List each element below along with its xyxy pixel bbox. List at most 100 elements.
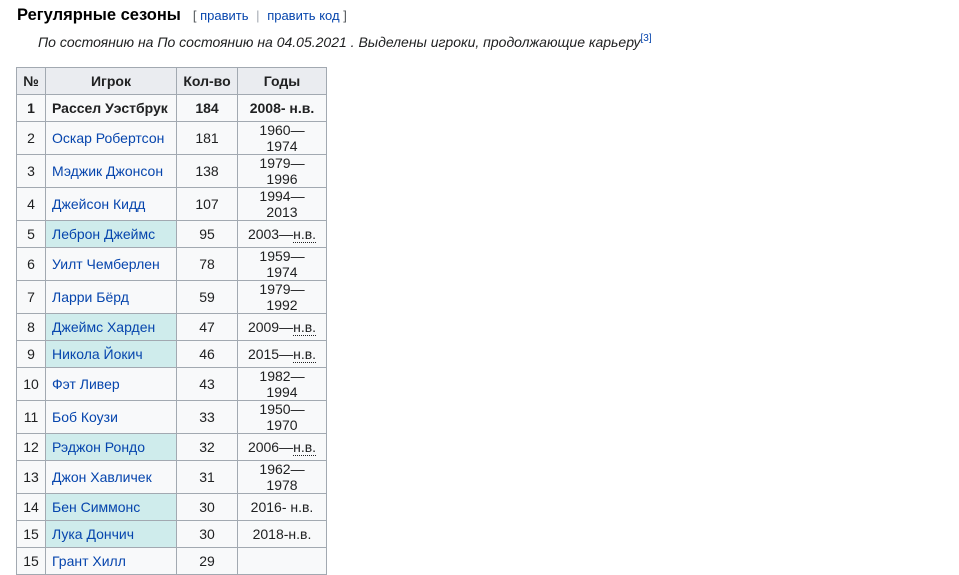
- years-cell: 2008- н.в.: [237, 94, 327, 122]
- header-years: Годы: [237, 67, 327, 95]
- player-cell: Рассел Уэстбрук: [45, 94, 177, 122]
- player-link[interactable]: Никола Йокич: [52, 346, 143, 362]
- player-link[interactable]: Фэт Ливер: [52, 376, 120, 392]
- count-cell: 30: [176, 493, 238, 521]
- player-link[interactable]: Джейсон Кидд: [52, 196, 145, 212]
- header-rank: №: [16, 67, 46, 95]
- years-cell: 1950—1970: [237, 400, 327, 434]
- years-start: 2006—: [247, 439, 294, 455]
- rank-cell: 12: [16, 433, 46, 461]
- reference-sup: [3]: [641, 33, 652, 44]
- player-cell-active: Леброн Джеймс: [45, 220, 177, 248]
- table-row: 12 Рэджон Рондо 32 2006—н.в.: [16, 433, 327, 461]
- years-start: 2003—: [247, 226, 294, 242]
- player-link[interactable]: Боб Коузи: [52, 409, 118, 425]
- rank-cell: 15: [16, 520, 46, 548]
- player-cell: Уилт Чемберлен: [45, 247, 177, 281]
- table-header-row: № Игрок Кол-во Годы: [16, 67, 327, 95]
- count-cell: 47: [176, 313, 238, 341]
- table-row: 1 Рассел Уэстбрук 184 2008- н.в.: [16, 94, 327, 122]
- player-cell: Фэт Ливер: [45, 367, 177, 401]
- rank-cell: 2: [16, 121, 46, 155]
- player-link[interactable]: Мэджик Джонсон: [52, 163, 163, 179]
- player-cell-active: Никола Йокич: [45, 340, 177, 368]
- player-link[interactable]: Лука Дончич: [52, 526, 134, 542]
- years-start: 2009—: [247, 319, 294, 335]
- edit-code-link[interactable]: править код: [267, 8, 339, 23]
- player-link[interactable]: Джон Хавличек: [52, 469, 152, 485]
- edit-section-links: [ править | править код ]: [192, 8, 347, 23]
- rank-cell: 1: [16, 94, 46, 122]
- table-row: 6 Уилт Чемберлен 78 1959—1974: [16, 247, 327, 281]
- player-link[interactable]: Джеймс Харден: [52, 319, 155, 335]
- years-cell: 1960—1974: [237, 121, 327, 155]
- years-cell: 1979—1996: [237, 154, 327, 188]
- years-cell: 1979—1992: [237, 280, 327, 314]
- count-cell: 29: [176, 547, 238, 575]
- player-link[interactable]: Ларри Бёрд: [52, 289, 129, 305]
- rank-cell: 11: [16, 400, 46, 434]
- table-row: 7 Ларри Бёрд 59 1979—1992: [16, 280, 327, 314]
- table-row: 2 Оскар Робертсон 181 1960—1974: [16, 121, 327, 155]
- years-cell: 1994—2013: [237, 187, 327, 221]
- reference-link[interactable]: [3]: [641, 33, 652, 44]
- count-cell: 107: [176, 187, 238, 221]
- count-cell: 184: [176, 94, 238, 122]
- rank-cell: 15: [16, 547, 46, 575]
- player-cell: Боб Коузи: [45, 400, 177, 434]
- present-abbr: н.в.: [293, 226, 317, 243]
- rank-cell: 7: [16, 280, 46, 314]
- count-cell: 78: [176, 247, 238, 281]
- rank-cell: 6: [16, 247, 46, 281]
- years-cell: 2009—н.в.: [237, 313, 327, 341]
- present-abbr: н.в.: [293, 319, 317, 336]
- player-cell: Джон Хавличек: [45, 460, 177, 494]
- player-cell-active: Рэджон Рондо: [45, 433, 177, 461]
- count-cell: 138: [176, 154, 238, 188]
- player-link[interactable]: Рэджон Рондо: [52, 439, 145, 455]
- present-abbr: н.в.: [293, 439, 317, 456]
- years-cell: 2018-н.в.: [237, 520, 327, 548]
- count-cell: 33: [176, 400, 238, 434]
- count-cell: 46: [176, 340, 238, 368]
- table-row: 4 Джейсон Кидд 107 1994—2013: [16, 187, 327, 221]
- player-link[interactable]: Леброн Джеймс: [52, 226, 155, 242]
- count-cell: 30: [176, 520, 238, 548]
- rank-cell: 8: [16, 313, 46, 341]
- edit-link[interactable]: править: [200, 8, 248, 23]
- player-cell-active: Бен Симмонс: [45, 493, 177, 521]
- table-row: 15 Грант Хилл 29: [16, 547, 327, 575]
- table-row: 9 Никола Йокич 46 2015—н.в.: [16, 340, 327, 368]
- player-link[interactable]: Бен Симмонс: [52, 499, 140, 515]
- rank-cell: 13: [16, 460, 46, 494]
- player-cell-active: Джеймс Харден: [45, 313, 177, 341]
- rank-cell: 14: [16, 493, 46, 521]
- count-cell: 43: [176, 367, 238, 401]
- years-start: 2015—: [247, 346, 294, 362]
- years-cell: 2003—н.в.: [237, 220, 327, 248]
- count-cell: 59: [176, 280, 238, 314]
- header-count: Кол-во: [176, 67, 238, 95]
- count-cell: 181: [176, 121, 238, 155]
- player-link[interactable]: Грант Хилл: [52, 553, 126, 569]
- table-row: 10 Фэт Ливер 43 1982—1994: [16, 367, 327, 401]
- section-heading: Регулярные сезоны [ править | править ко…: [17, 6, 347, 25]
- rank-cell: 3: [16, 154, 46, 188]
- player-cell: Оскар Робертсон: [45, 121, 177, 155]
- years-cell: 1982—1994: [237, 367, 327, 401]
- count-cell: 31: [176, 460, 238, 494]
- table-row: 13 Джон Хавличек 31 1962—1978: [16, 460, 327, 494]
- section-title: Регулярные сезоны: [17, 6, 181, 24]
- years-cell: 1959—1974: [237, 247, 327, 281]
- table-row: 8 Джеймс Харден 47 2009—н.в.: [16, 313, 327, 341]
- rank-cell: 10: [16, 367, 46, 401]
- status-note: По состоянию на По состоянию на 04.05.20…: [38, 33, 652, 50]
- player-cell: Джейсон Кидд: [45, 187, 177, 221]
- rank-cell: 5: [16, 220, 46, 248]
- player-link[interactable]: Уилт Чемберлен: [52, 256, 160, 272]
- player-cell: Мэджик Джонсон: [45, 154, 177, 188]
- years-cell: [237, 547, 327, 575]
- player-cell: Ларри Бёрд: [45, 280, 177, 314]
- player-link[interactable]: Оскар Робертсон: [52, 130, 164, 146]
- table-row: 15 Лука Дончич 30 2018-н.в.: [16, 520, 327, 548]
